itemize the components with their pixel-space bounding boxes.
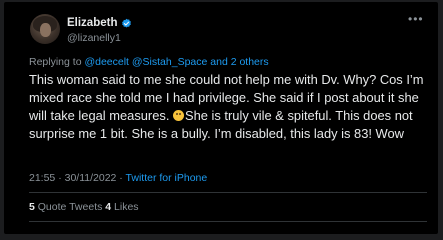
tweet-text: This woman said to me she could not help… — [29, 71, 425, 143]
reply-prefix: Replying to — [29, 56, 85, 68]
tweet-card: Elizabeth @lizanelly1 ••• Replying to @d… — [4, 2, 438, 234]
author-name-row: Elizabeth — [67, 17, 132, 29]
timestamp[interactable]: 21:55 · 30/11/2022 · — [29, 172, 126, 184]
avatar-face — [40, 23, 51, 37]
quote-label: Quote Tweets — [34, 201, 106, 213]
author-name[interactable]: Elizabeth — [67, 17, 117, 29]
divider-top — [29, 192, 427, 193]
divider-bottom — [29, 221, 427, 222]
tweet-meta: 21:55 · 30/11/2022 · Twitter for iPhone — [29, 172, 207, 184]
reply-mentions-link[interactable]: @deecelt @Sistah_Space and 2 others — [84, 56, 268, 68]
likes-stat[interactable]: 4 Likes — [105, 201, 138, 213]
more-options-icon[interactable]: ••• — [408, 12, 424, 26]
quote-tweets-stat[interactable]: 5 Quote Tweets — [29, 201, 105, 213]
grinning-face-sweat-emoji — [173, 110, 185, 121]
verified-badge-icon — [122, 18, 132, 27]
avatar[interactable] — [30, 14, 60, 44]
reply-context: Replying to @deecelt @Sistah_Space and 2… — [29, 56, 269, 68]
tweet-source-link[interactable]: Twitter for iPhone — [126, 172, 208, 184]
tweet-stats: 5 Quote Tweets 4 Likes — [29, 201, 139, 213]
like-label: Likes — [111, 201, 139, 213]
author-handle[interactable]: @lizanelly1 — [67, 32, 121, 44]
